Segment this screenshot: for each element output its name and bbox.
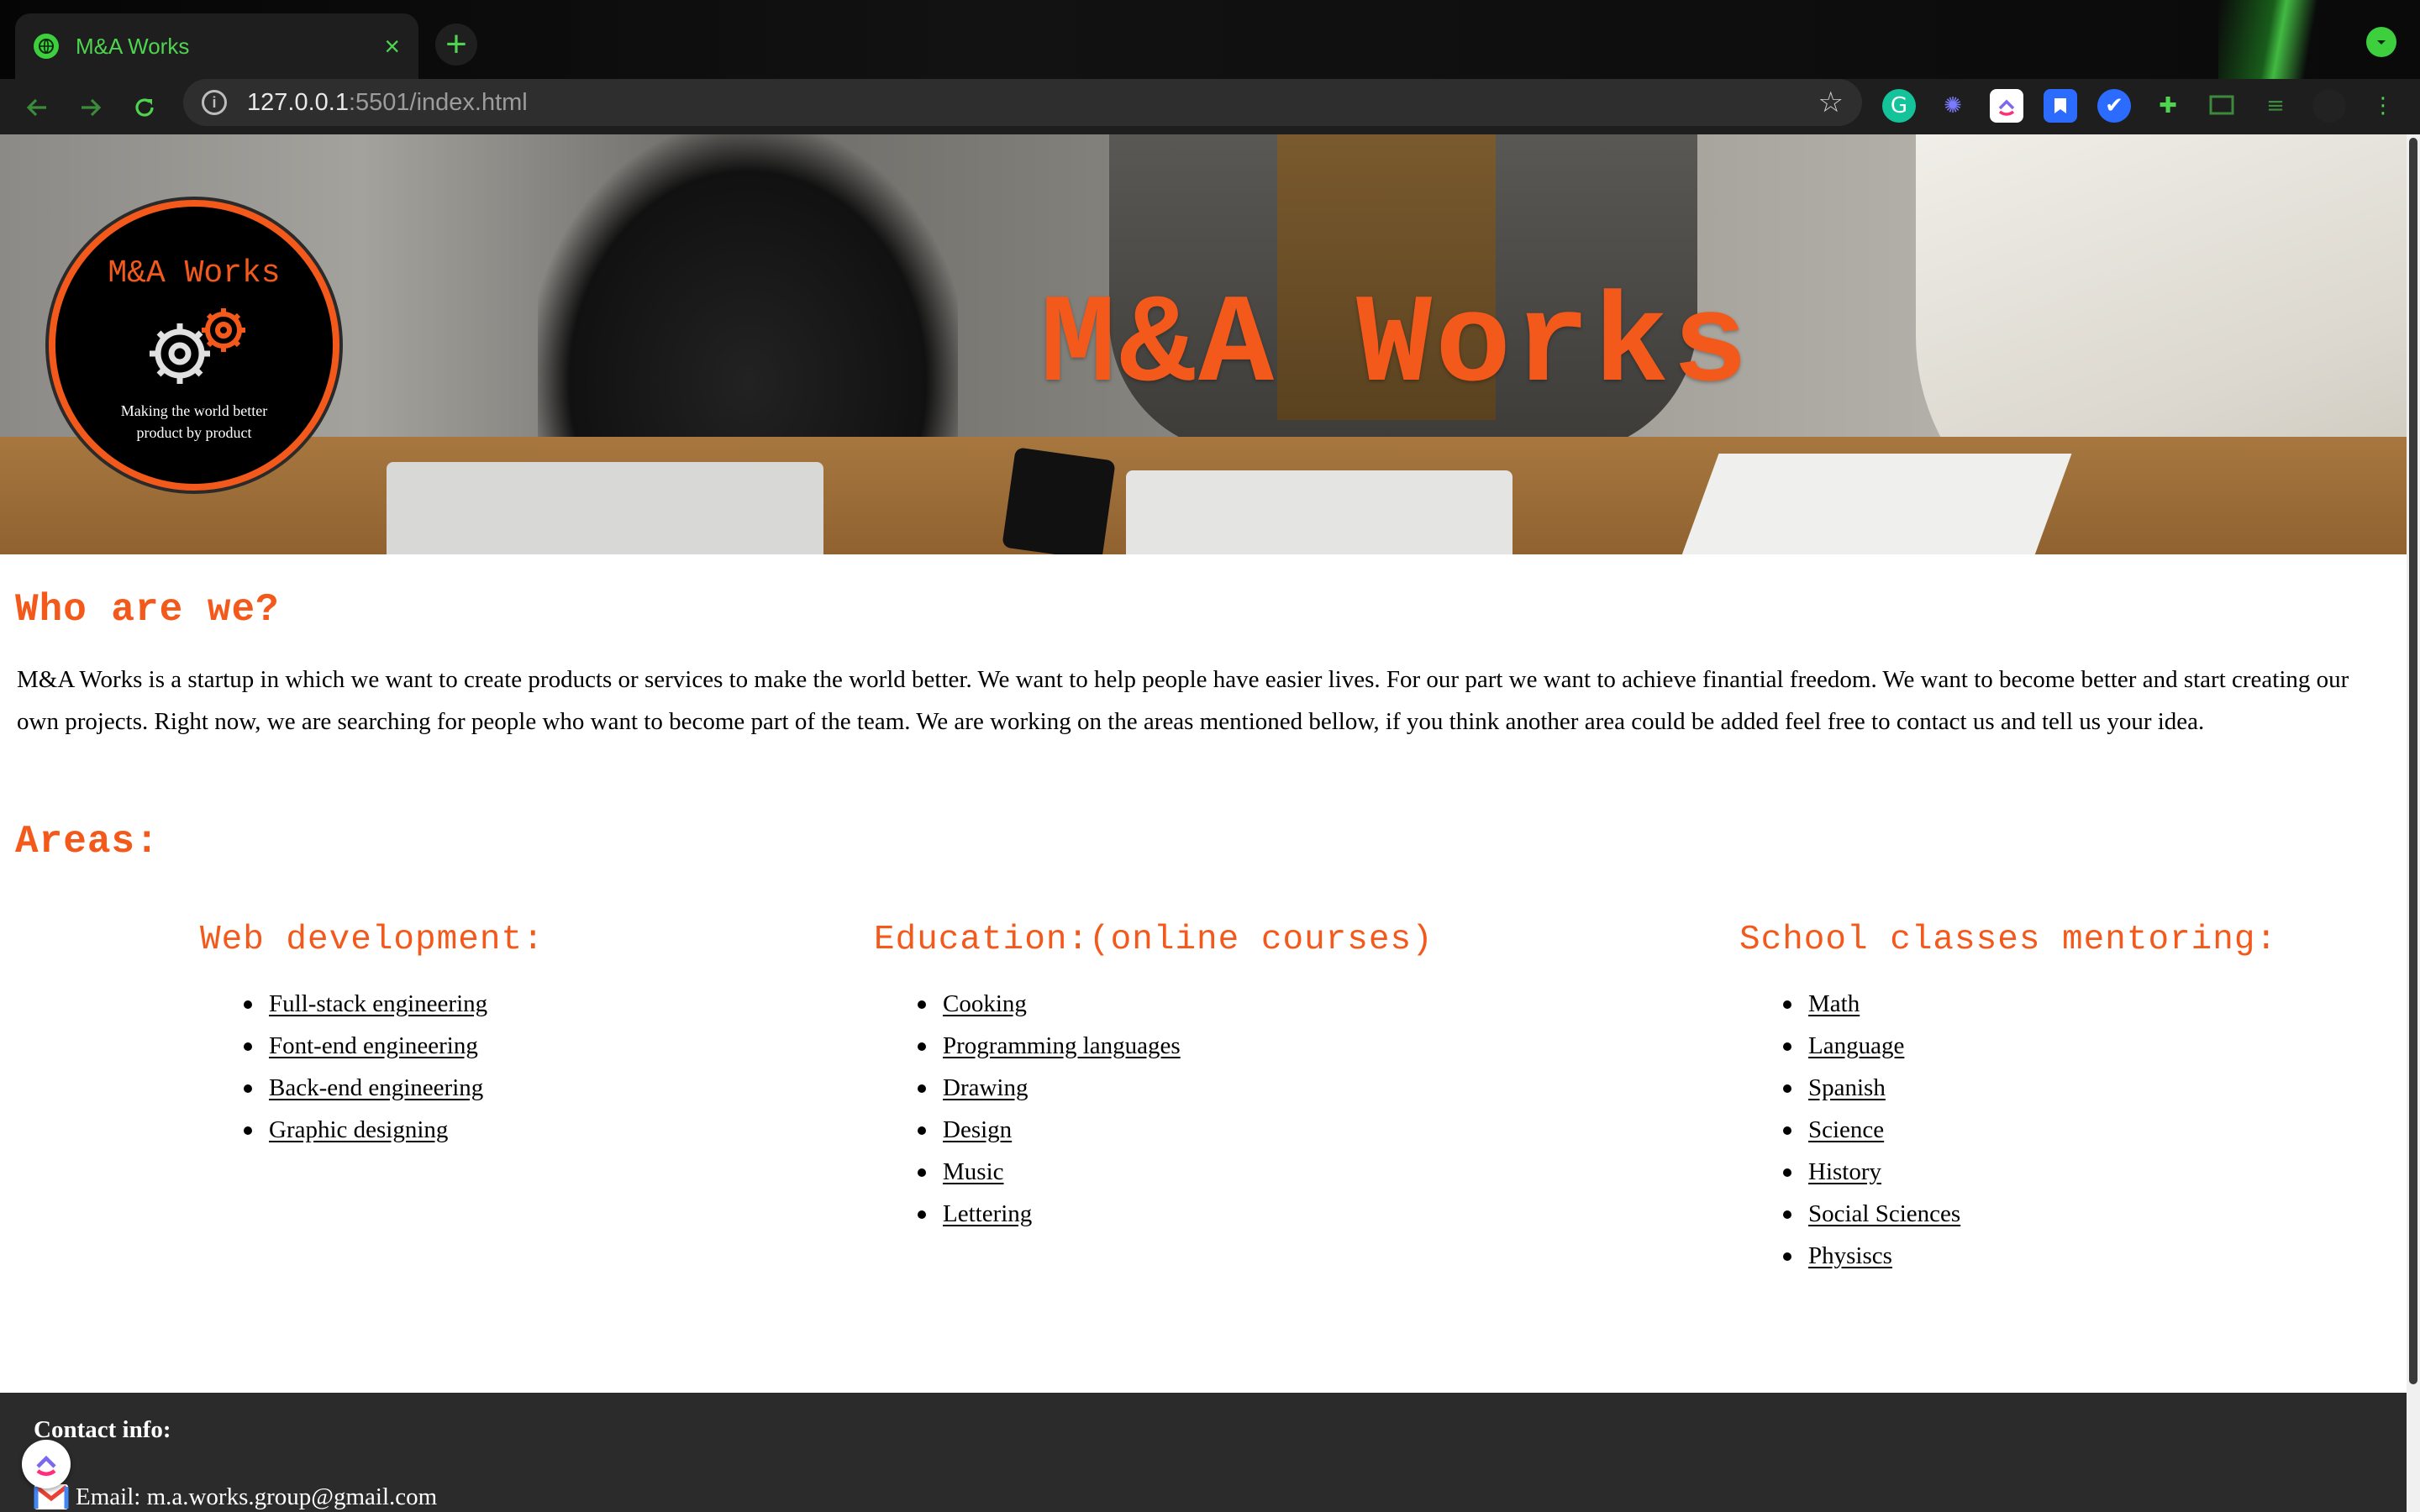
bookmark-icon[interactable]: [2044, 89, 2077, 123]
arrow-right-icon[interactable]: [72, 89, 109, 126]
sparkle-icon[interactable]: ✺: [1936, 89, 1970, 123]
clickup-icon[interactable]: [1990, 89, 2023, 123]
puzzle-icon[interactable]: ✚: [2151, 89, 2185, 123]
area-link[interactable]: Music: [943, 1158, 1004, 1185]
logo-tagline: Making the world better product by produ…: [120, 402, 268, 441]
area-link[interactable]: Lettering: [943, 1200, 1032, 1227]
list-item: History: [1783, 1151, 2277, 1193]
avatar-icon[interactable]: [2312, 89, 2346, 123]
area-link[interactable]: Programming languages: [943, 1032, 1181, 1059]
list-item: Design: [918, 1109, 1434, 1151]
area-link[interactable]: Language: [1808, 1032, 1904, 1059]
browser-tab-strip: M&A Works × +: [0, 0, 2420, 134]
about-text: M&A Works is a startup in which we want …: [17, 666, 2349, 735]
page-footer: Contact info: Email: m.a.works.group@gma…: [0, 1393, 2407, 1512]
hero-banner: M&A Works Making the world better produc…: [0, 134, 2407, 554]
address-bar[interactable]: i 127.0.0.1:5501/index.html ☆: [183, 79, 1862, 126]
company-logo: M&A Works Making the world better produc…: [49, 200, 339, 491]
area-link[interactable]: Social Sciences: [1808, 1200, 1960, 1227]
area-link[interactable]: Font-end engineering: [269, 1032, 478, 1059]
gears-icon: [131, 298, 257, 395]
area-link[interactable]: Physiscs: [1808, 1242, 1892, 1269]
list-item: Social Sciences: [1783, 1193, 2277, 1235]
area-link[interactable]: Cooking: [943, 990, 1027, 1017]
area-title: Web development:: [200, 921, 544, 959]
new-tab-button[interactable]: +: [435, 24, 477, 66]
globe-icon: [34, 34, 59, 59]
logo-title: M&A Works: [108, 255, 281, 291]
contact-email[interactable]: Email: m.a.works.group@gmail.com: [76, 1483, 437, 1511]
area-link[interactable]: Spanish: [1808, 1074, 1886, 1101]
chevron-down-icon[interactable]: [2366, 27, 2396, 57]
list-item: Science: [1783, 1109, 2277, 1151]
list-item: Programming languages: [918, 1025, 1434, 1067]
area-title: Education:(online courses): [874, 921, 1434, 959]
close-tab-icon[interactable]: ×: [384, 31, 400, 62]
grammarly-icon[interactable]: G: [1882, 89, 1916, 123]
hero-title: M&A Works: [1040, 276, 1752, 418]
reload-icon[interactable]: [126, 89, 163, 126]
area-link[interactable]: Design: [943, 1116, 1012, 1143]
list-item: Font-end engineering: [244, 1025, 544, 1067]
list-item: Cooking: [918, 983, 1434, 1025]
about-heading: Who are we?: [15, 588, 280, 632]
list-item: Spanish: [1783, 1067, 2277, 1109]
scrollbar-thumb[interactable]: [2409, 138, 2417, 1384]
browser-toolbar: i 127.0.0.1:5501/index.html ☆ G ✺ ✔ ✚ ≡ …: [0, 79, 2420, 134]
url-text[interactable]: 127.0.0.1:5501/index.html: [247, 89, 1818, 117]
areas-heading: Areas:: [15, 820, 160, 864]
playlist-icon[interactable]: ≡: [2259, 89, 2292, 123]
list-item: Physiscs: [1783, 1235, 2277, 1277]
list-item: Drawing: [918, 1067, 1434, 1109]
list-item: Full-stack engineering: [244, 983, 544, 1025]
clickup-widget-icon[interactable]: [22, 1440, 71, 1488]
area-link[interactable]: History: [1808, 1158, 1881, 1185]
area-link[interactable]: Science: [1808, 1116, 1884, 1143]
cast-icon[interactable]: [2205, 89, 2238, 123]
list-item: Language: [1783, 1025, 2277, 1067]
list-item: Music: [918, 1151, 1434, 1193]
tab-title: M&A Works: [76, 33, 190, 59]
list-item: Lettering: [918, 1193, 1434, 1235]
area-link[interactable]: Back-end engineering: [269, 1074, 483, 1101]
list-item: Graphic designing: [244, 1109, 544, 1151]
area-title: School classes mentoring:: [1739, 921, 2278, 959]
area-link[interactable]: Drawing: [943, 1074, 1028, 1101]
menu-icon[interactable]: ⋮: [2366, 89, 2400, 123]
list-item: Back-end engineering: [244, 1067, 544, 1109]
area-link[interactable]: Graphic designing: [269, 1116, 448, 1143]
area-link[interactable]: Math: [1808, 990, 1860, 1017]
list-item: Math: [1783, 983, 2277, 1025]
contact-title: Contact info:: [34, 1416, 171, 1443]
area-column-web: Web development: Full-stack engineering …: [200, 921, 544, 1151]
area-column-mentoring: School classes mentoring: Math Language …: [1739, 921, 2277, 1277]
area-column-education: Education:(online courses) Cooking Progr…: [874, 921, 1434, 1235]
area-link[interactable]: Full-stack engineering: [269, 990, 487, 1017]
info-icon[interactable]: i: [202, 90, 227, 115]
page-scrollbar[interactable]: [2407, 134, 2420, 1512]
star-icon[interactable]: ☆: [1818, 86, 1844, 119]
browser-tab[interactable]: M&A Works ×: [15, 13, 418, 79]
check-icon[interactable]: ✔: [2097, 89, 2131, 123]
arrow-left-icon[interactable]: [18, 89, 55, 126]
